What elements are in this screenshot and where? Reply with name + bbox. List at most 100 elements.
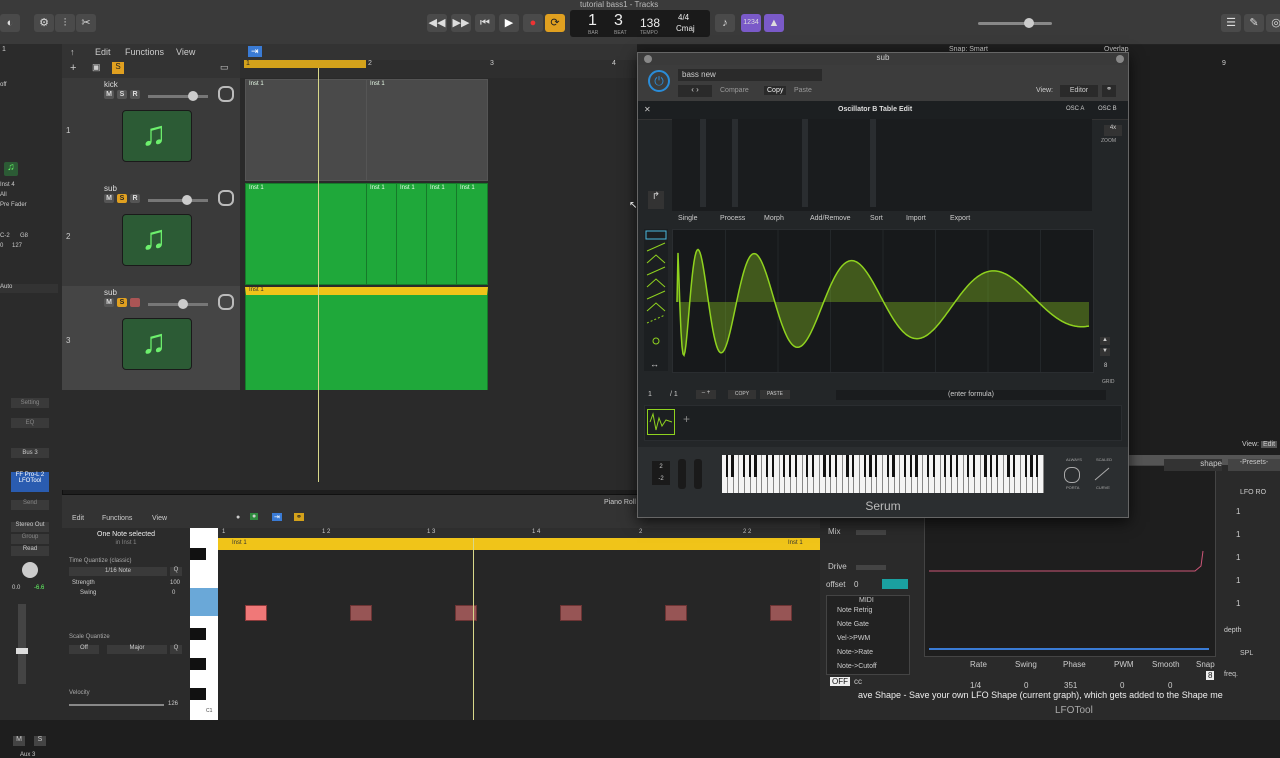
paste-button[interactable]: Paste [794,87,812,94]
black-key[interactable] [190,658,206,670]
add-track-button[interactable]: + [70,62,76,74]
plugin-slots[interactable]: FF Pro-L 2 LFOTool [11,472,49,492]
volume-fader-thumb[interactable] [16,648,28,654]
midi-note[interactable] [350,605,372,621]
track-header-sub-selected[interactable]: 3 sub M S ♫ [62,286,240,391]
zoom-select[interactable]: 4x [1104,125,1122,136]
link-icon[interactable]: ⚭ [294,513,304,521]
track-name[interactable]: sub [104,288,117,297]
midi-note[interactable] [665,605,687,621]
quantize-button[interactable]: Q [170,567,182,576]
record-enable-button[interactable] [130,298,140,307]
lcd-display[interactable]: 1 3 BAR BEAT 138 TEMPO 4/4 Cmaj [570,10,710,37]
smooth-value[interactable]: 0 [1168,681,1172,690]
routing-value[interactable]: 1 [1236,576,1240,585]
drive-slider[interactable] [856,565,886,570]
frame-copy-button[interactable]: COPY [728,390,756,399]
pr-view-menu[interactable]: View [152,515,167,522]
split-label[interactable]: SPL [1240,650,1253,657]
pan-knob[interactable] [218,294,234,310]
vel-pwm[interactable]: Vel->PWM [837,635,870,642]
track-volume-slider[interactable] [148,195,208,205]
menu-import[interactable]: Import [906,215,926,222]
midi-note[interactable] [770,605,792,621]
track-volume-thumb[interactable] [182,195,192,205]
menu-export[interactable]: Export [950,215,970,222]
piano-roll-grid[interactable]: 1 1 2 1 3 1 4 2 2 2 Inst 1 Inst 1 [218,528,820,720]
add-frame-button[interactable]: + [683,412,690,426]
track-lane-sub-2[interactable]: Inst 1 [240,286,640,396]
track-lane-kick[interactable]: Inst 1 Inst 1 [240,78,640,183]
group-slot[interactable]: Group [11,534,49,544]
pr-playhead[interactable] [473,538,474,720]
count-in-badge[interactable]: 1234 [741,14,761,32]
track-volume-thumb[interactable] [188,91,198,101]
frame-refresh-icon[interactable]: ↱ [648,191,664,209]
menu-sort[interactable]: Sort [870,215,883,222]
scale-mode-select[interactable]: Major [107,645,167,654]
menu-add-remove[interactable]: Add/Remove [810,215,850,222]
scissors-icon[interactable]: ✂ [76,14,96,32]
white-key[interactable] [1038,455,1044,493]
track-lane-sub[interactable]: Inst 1 Inst 1 Inst 1 Inst 1 Inst 1 [240,182,640,287]
cc-label[interactable]: cc [854,677,862,686]
lfo-view[interactable]: View: Edit [1242,441,1278,448]
solo-mode-button[interactable]: S [112,62,124,74]
piano-keyboard[interactable]: C1 [190,528,218,720]
tuner-icon[interactable]: ♪ [715,14,735,32]
region[interactable]: Inst 1 [366,79,488,181]
zoom-window-button[interactable] [1116,55,1124,63]
draw-shape-palette[interactable]: ↔ [644,229,668,371]
track-header-kick[interactable]: 1 kick M S R ♫ [62,78,240,183]
back-arrow-icon[interactable]: ↑ [70,47,75,57]
routing-value[interactable]: 1 [1236,553,1240,562]
pan-knob[interactable] [22,562,38,578]
offset-value[interactable]: 0 [854,580,858,589]
eq-button[interactable]: EQ [11,418,49,428]
active-key[interactable] [190,588,218,616]
track-volume-thumb[interactable] [178,299,188,309]
compare-button[interactable]: Compare [720,87,749,94]
mute-button[interactable]: M [104,298,114,307]
track-header-sub[interactable]: 2 sub M S R ♫ [62,182,240,287]
empty-track-area[interactable] [240,390,640,490]
pre-fader[interactable]: Pre Fader [0,202,27,208]
loops-icon[interactable]: ◎ [1266,14,1280,32]
midi-out-icon[interactable]: ● [250,513,259,520]
power-icon[interactable]: ⏻ [648,70,670,92]
track-volume-slider[interactable] [148,299,208,309]
rate-value[interactable]: 1/4 [970,681,981,690]
close-window-button[interactable] [644,55,652,63]
pr-edit-menu[interactable]: Edit [72,515,84,522]
pwm-value[interactable]: 0 [1120,681,1124,690]
note-rate[interactable]: Note->Rate [837,649,873,656]
solo-button[interactable]: S [34,736,46,746]
note-gate[interactable]: Note Gate [837,621,869,628]
list-editors-icon[interactable]: ☰ [1221,14,1241,32]
automation-mode[interactable]: Auto [0,284,58,293]
automation-read[interactable]: Read [11,546,49,556]
track-volume-slider[interactable] [148,91,208,101]
link-icon[interactable]: ⚭ [1102,85,1116,97]
porta-knob[interactable] [1064,467,1080,483]
pan-knob[interactable] [218,190,234,206]
mod-wheel[interactable] [694,459,702,489]
menu-single[interactable]: Single [678,215,697,222]
library-icon[interactable]: ◐ [0,14,20,32]
to-start-button[interactable]: ⏮ [475,14,495,32]
mix-slider[interactable] [856,530,886,535]
menu-process[interactable]: Process [720,215,745,222]
solo-button[interactable]: S [117,194,127,203]
record-enable-button[interactable]: R [130,194,140,203]
pitch-up[interactable]: 2 [652,461,670,473]
copy-button[interactable]: Copy [764,86,787,95]
region[interactable]: Inst 1 [396,183,427,285]
waveform-editor[interactable] [672,229,1094,373]
swing-value[interactable]: 0 [172,590,175,596]
formula-field[interactable]: (enter formula) [836,390,1106,400]
metronome-icon[interactable]: ▲ [764,14,784,32]
routing-value[interactable]: 1 [1236,530,1240,539]
velocity-slider[interactable] [69,704,164,706]
menu-morph[interactable]: Morph [764,215,784,222]
phase-value[interactable]: 351 [1064,681,1077,690]
